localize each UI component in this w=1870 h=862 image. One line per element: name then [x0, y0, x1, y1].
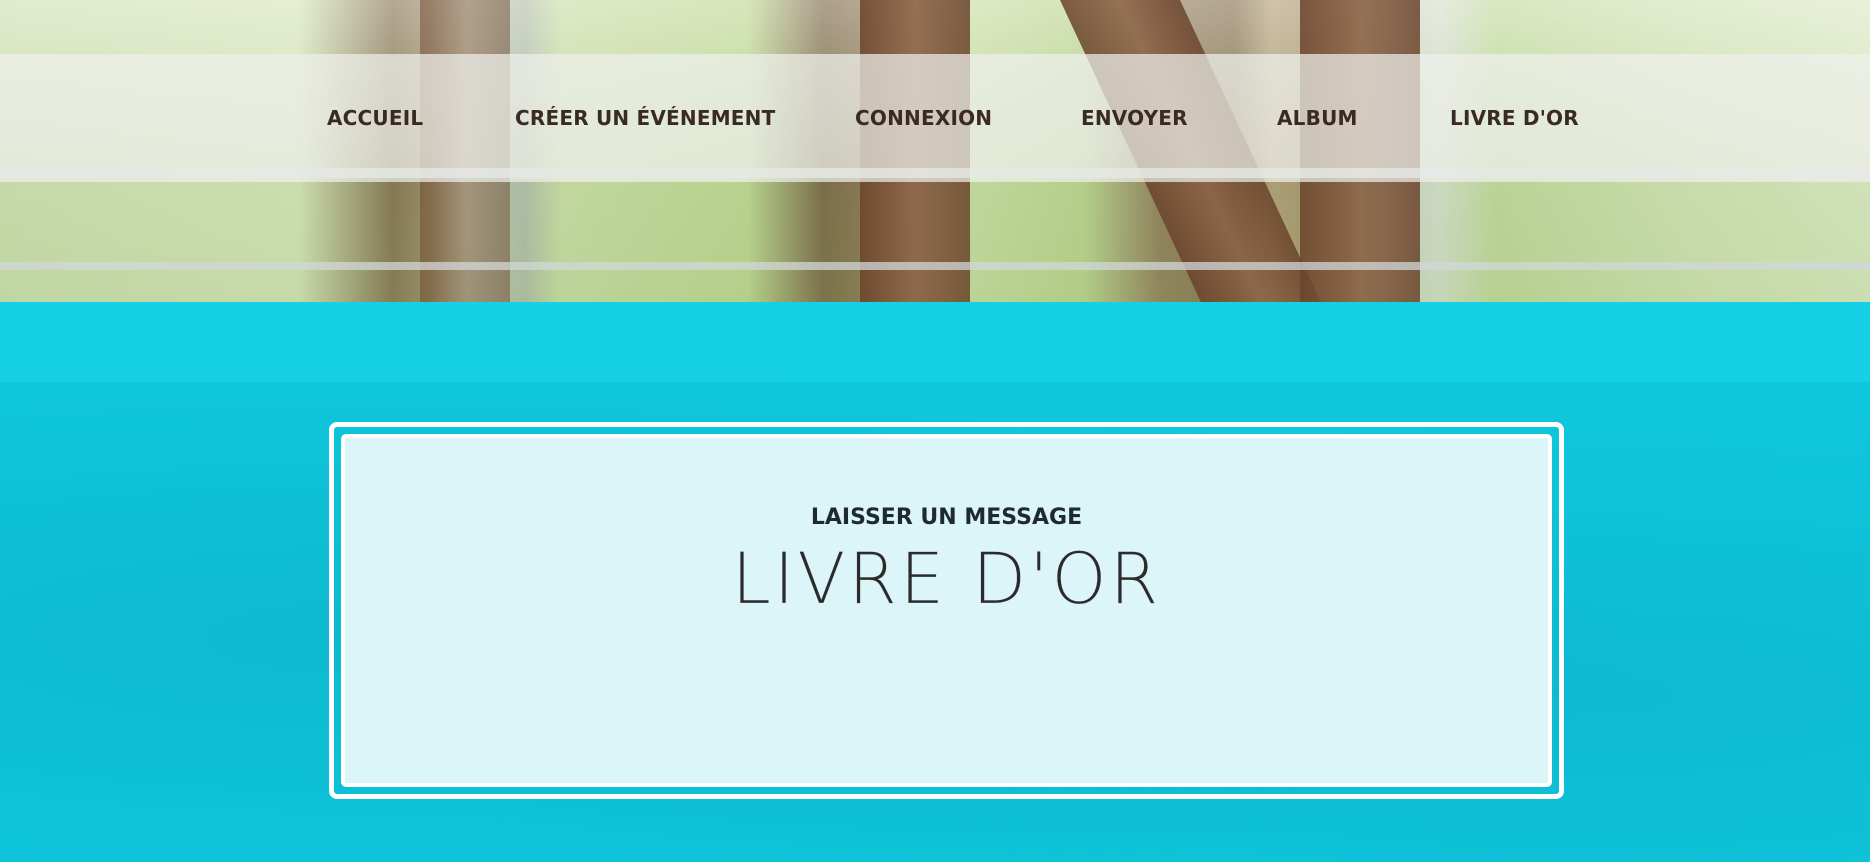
nav-item-livre-dor[interactable]: LIVRE D'OR — [1450, 54, 1579, 182]
nav-item-connexion[interactable]: CONNEXION — [855, 54, 992, 182]
page-title: LIVRE D'OR — [731, 538, 1162, 620]
nav-item-creer-evenement[interactable]: CRÉER UN ÉVÉNEMENT — [515, 54, 775, 182]
nav-item-album[interactable]: ALBUM — [1277, 54, 1358, 182]
section-background-band — [0, 302, 1870, 382]
page: ACCUEIL CRÉER UN ÉVÉNEMENT CONNEXION ENV… — [0, 0, 1870, 862]
section-eyebrow: LAISSER UN MESSAGE — [810, 505, 1083, 530]
nav-item-accueil[interactable]: ACCUEIL — [327, 54, 423, 182]
nav-item-envoyer[interactable]: ENVOYER — [1081, 54, 1188, 182]
hero-background-rail — [0, 262, 1870, 270]
